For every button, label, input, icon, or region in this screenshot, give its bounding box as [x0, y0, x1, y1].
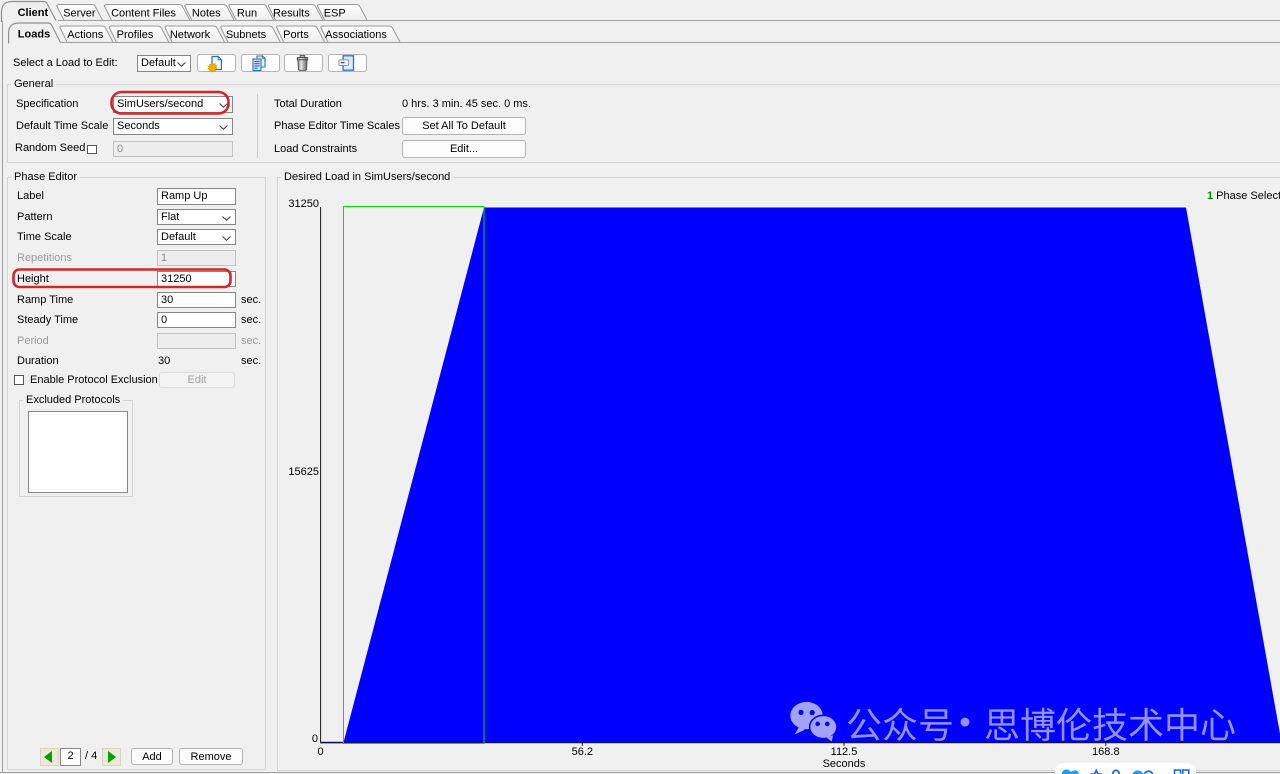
svg-text:Results: Results: [273, 8, 310, 20]
svg-text:Run: Run: [237, 8, 257, 20]
svg-text:Subnets: Subnets: [226, 29, 267, 41]
svg-text:Notes: Notes: [192, 8, 221, 20]
svg-text:Content Files: Content Files: [111, 8, 176, 20]
svg-text:31250: 31250: [288, 198, 319, 210]
svg-text:Associations: Associations: [325, 29, 387, 41]
svg-text:Seconds: Seconds: [823, 758, 866, 770]
svg-text:15625: 15625: [288, 466, 319, 478]
svg-text:Ports: Ports: [283, 29, 309, 41]
svg-text:ESP: ESP: [324, 8, 346, 20]
svg-text:56.2: 56.2: [572, 746, 593, 758]
svg-text:0: 0: [318, 746, 324, 758]
svg-text:Server: Server: [63, 8, 96, 20]
svg-text:Client: Client: [18, 7, 49, 19]
svg-text:Loads: Loads: [18, 29, 50, 41]
svg-text:Actions: Actions: [67, 29, 104, 41]
svg-text:Network: Network: [170, 29, 211, 41]
svg-text:Profiles: Profiles: [117, 29, 154, 41]
svg-text:0: 0: [312, 733, 318, 745]
